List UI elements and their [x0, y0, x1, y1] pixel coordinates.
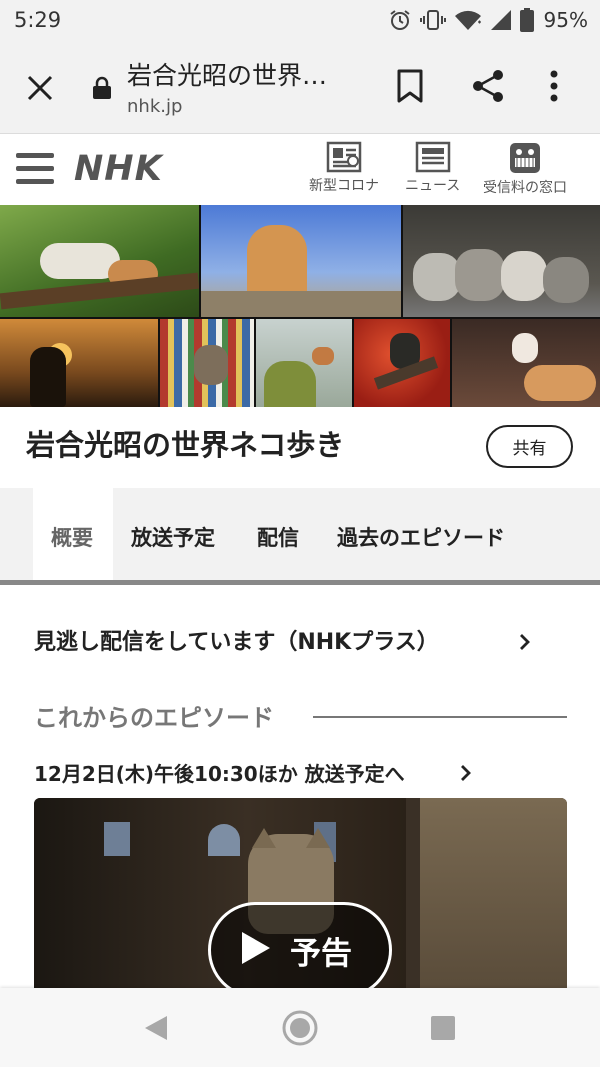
tab-streaming[interactable]: 配信: [257, 522, 299, 552]
more-vert-icon: [550, 70, 558, 102]
nhk-logo[interactable]: NHK: [74, 149, 163, 189]
bookmark-button[interactable]: [395, 68, 425, 108]
overflow-menu-button[interactable]: [548, 68, 560, 108]
back-icon[interactable]: [143, 1014, 169, 1042]
hero-photo-autumn-cat: [354, 319, 450, 407]
hamburger-menu-button[interactable]: [16, 152, 54, 186]
program-title: 岩合光昭の世界ネコ歩き: [26, 428, 345, 462]
nhk-plus-stream-link[interactable]: 見逃し配信をしています（NHKプラス）: [34, 624, 439, 656]
status-time: 5:29: [14, 8, 62, 32]
site-header: NHK 新型コロナ ニュース 受信料の窓口: [0, 135, 600, 205]
header-link-label: 受信料の窓口: [483, 180, 567, 196]
header-link-label: 新型コロナ: [309, 178, 379, 194]
close-icon: [27, 75, 53, 101]
signal-icon: [490, 10, 511, 30]
tab-schedule[interactable]: 放送予定: [131, 522, 215, 552]
header-link-news[interactable]: ニュース: [405, 141, 460, 195]
lock-icon: [93, 76, 111, 99]
status-icons: 95%: [388, 6, 588, 34]
chevron-right-icon: [520, 634, 530, 650]
wifi-icon: [454, 10, 481, 30]
tab-past-episodes[interactable]: 過去のエピソード: [337, 522, 505, 552]
program-share-button[interactable]: 共有: [486, 425, 573, 468]
tabs-underline: [0, 580, 600, 585]
header-link-reception-fee[interactable]: 受信料の窓口: [483, 141, 567, 197]
header-link-covid[interactable]: 新型コロナ: [309, 141, 379, 195]
share-icon: [473, 70, 503, 102]
chevron-right-icon: [461, 765, 471, 781]
page-title: 岩合光昭の世界…: [127, 61, 328, 90]
home-icon[interactable]: [281, 1009, 319, 1047]
recents-icon[interactable]: [430, 1015, 456, 1041]
upcoming-episodes-heading: これからのエピソード: [34, 704, 274, 732]
status-bar: 5:29 95%: [0, 0, 600, 40]
battery-icon: [519, 8, 534, 32]
hero-photo-bookshelf-cat: [160, 319, 254, 407]
vibrate-icon: [419, 10, 446, 30]
header-link-label: ニュース: [405, 178, 461, 194]
covid-news-icon: [326, 141, 362, 173]
domo-kun-icon: [510, 143, 540, 173]
trailer-label: 予告: [290, 936, 352, 972]
broadcast-schedule-link[interactable]: 12月2日(木)午後10:30ほか 放送予定へ: [34, 758, 405, 787]
section-divider: [313, 716, 567, 718]
hero-photo-cat-with-mask: [452, 319, 600, 407]
hero-image-mosaic: [0, 205, 600, 407]
battery-percent: 95%: [543, 8, 588, 32]
play-icon: [242, 932, 270, 964]
page-domain: nhk.jp: [127, 96, 183, 117]
alarm-icon: [389, 10, 410, 30]
hero-photo-photographer: [256, 319, 352, 407]
system-navigation-bar: [0, 988, 600, 1067]
browser-toolbar: 岩合光昭の世界… nhk.jp: [0, 40, 600, 134]
hero-photo-sunset-cat: [0, 319, 158, 407]
tab-overview[interactable]: 概要: [51, 522, 93, 552]
hero-photo-orange-cat-town: [201, 205, 401, 317]
hero-photo-goat-cat: [0, 205, 199, 317]
close-button[interactable]: [22, 70, 58, 106]
news-icon: [415, 141, 450, 173]
bookmark-icon: [397, 69, 423, 103]
share-button[interactable]: [470, 68, 506, 108]
hero-photo-kittens: [403, 205, 600, 317]
